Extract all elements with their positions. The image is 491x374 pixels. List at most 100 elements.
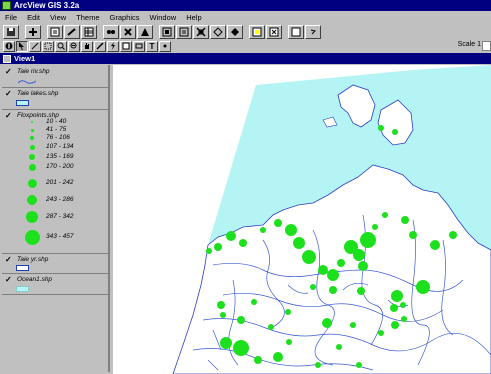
point-class-symbol — [30, 136, 34, 140]
add-theme-icon — [29, 27, 37, 36]
layout-icon — [291, 27, 301, 36]
query-button[interactable] — [137, 24, 153, 39]
point-class-label: 243 - 286 — [46, 196, 74, 203]
toc-divider — [2, 87, 110, 88]
measure-tool[interactable] — [94, 40, 106, 52]
app-titlebar: ArcView GIS 3.2a — [0, 0, 491, 11]
select-icon — [44, 42, 52, 50]
text-tool[interactable]: T — [146, 40, 158, 52]
theme-visibility-checkbox[interactable]: ✓ — [5, 68, 13, 76]
app-title: ArcView GIS 3.2a — [14, 1, 80, 10]
zoom-selected-icon — [196, 26, 206, 37]
zoom-full-icon — [162, 27, 172, 36]
point-class-label: 10 - 40 — [46, 118, 67, 125]
menu-view[interactable]: View — [45, 13, 71, 22]
zoom-out-button[interactable] — [227, 24, 243, 39]
menu-file[interactable]: File — [0, 13, 22, 22]
layout-button[interactable] — [288, 24, 304, 39]
theme-taie-yr[interactable]: ✓ Taie yr.shp — [5, 256, 48, 264]
label-icon — [135, 43, 143, 49]
identify-icon — [5, 42, 13, 50]
find-button[interactable] — [103, 24, 119, 39]
lightning-icon — [111, 42, 115, 50]
pointer-tool[interactable] — [16, 40, 28, 52]
point-class-label: 135 - 169 — [46, 153, 74, 160]
point-class-label: 107 - 134 — [46, 143, 74, 150]
text-tool-glyph: T — [149, 41, 155, 51]
theme-name: Taie riv.shp — [17, 68, 50, 75]
zoom-full-button[interactable] — [159, 24, 175, 39]
menu-edit[interactable]: Edit — [22, 13, 45, 22]
magnifier-minus-icon — [70, 42, 77, 49]
zoom-in-icon — [213, 26, 223, 37]
point-class-label: 343 - 457 — [46, 233, 74, 240]
properties-button[interactable] — [47, 24, 63, 39]
point-class-symbol — [27, 195, 37, 205]
clear-selection-button[interactable] — [266, 24, 282, 39]
hotlink-tool[interactable] — [107, 40, 119, 52]
theme-ocean1[interactable]: ✓ Ocean1.shp — [5, 276, 52, 284]
zoom-in-button[interactable] — [210, 24, 226, 39]
save-icon — [7, 27, 15, 36]
point-class-label: 287 - 342 — [46, 213, 74, 220]
line-legend-icon — [18, 80, 36, 84]
hand-icon — [85, 43, 89, 49]
area-of-interest-tool[interactable] — [120, 40, 132, 52]
pointer-icon — [19, 42, 24, 50]
add-theme-button[interactable] — [25, 24, 41, 39]
map-display[interactable] — [113, 65, 491, 374]
locate-button[interactable] — [120, 24, 136, 39]
pan-tool[interactable] — [81, 40, 93, 52]
zoom-out-tool[interactable] — [68, 40, 80, 52]
view-window-titlebar: View1 — [0, 53, 491, 64]
draw-point-tool[interactable] — [159, 40, 171, 52]
polygon-legend-swatch — [16, 100, 29, 106]
point-class-symbol — [26, 211, 38, 223]
arcview-icon — [2, 1, 11, 10]
clear-selection-icon — [269, 27, 279, 36]
toc-divider — [2, 253, 110, 254]
dot-icon — [163, 44, 167, 48]
theme-visibility-checkbox[interactable]: ✓ — [5, 256, 13, 264]
polygon-legend-swatch — [16, 265, 29, 271]
theme-name: Taie yr.shp — [17, 256, 49, 263]
scale-input[interactable] — [482, 41, 491, 51]
point-class-symbol — [28, 163, 36, 171]
menu-help[interactable]: Help — [181, 13, 206, 22]
point-class-label: 41 - 75 — [46, 126, 67, 133]
locate-icon — [124, 27, 132, 36]
view-title: View1 — [14, 54, 36, 63]
measure-icon — [96, 42, 104, 50]
identify-tool[interactable] — [3, 40, 15, 52]
help-button[interactable] — [305, 24, 321, 39]
menu-bar: File Edit View Theme Graphics Window Hel… — [0, 11, 491, 23]
menu-window[interactable]: Window — [145, 13, 182, 22]
zoom-selected-button[interactable] — [193, 24, 209, 39]
zoom-in-tool[interactable] — [55, 40, 67, 52]
theme-taie-riv[interactable]: ✓ Taie riv.shp — [5, 68, 50, 76]
legend-editor-button[interactable] — [64, 24, 80, 39]
point-class-symbol — [29, 144, 35, 150]
label-tool[interactable] — [133, 40, 145, 52]
point-class-label: 76 - 106 — [46, 134, 70, 141]
select-feature-button[interactable] — [249, 24, 265, 39]
point-class-symbol — [24, 229, 40, 245]
map-canvas[interactable] — [113, 65, 491, 374]
menu-theme[interactable]: Theme — [71, 13, 104, 22]
theme-visibility-checkbox[interactable]: ✓ — [5, 90, 13, 98]
menu-graphics[interactable]: Graphics — [105, 13, 145, 22]
theme-taie-lakes[interactable]: ✓ Taie lakes.shp — [5, 90, 58, 98]
save-button[interactable] — [3, 24, 19, 39]
zoom-active-icon — [179, 27, 189, 36]
help-icon — [310, 29, 316, 34]
zoom-active-button[interactable] — [176, 24, 192, 39]
theme-visibility-checkbox[interactable]: ✓ — [5, 276, 13, 284]
vertex-edit-tool[interactable] — [29, 40, 41, 52]
table-button[interactable] — [81, 24, 97, 39]
select-tool[interactable] — [42, 40, 54, 52]
theme-visibility-checkbox[interactable]: ✓ — [5, 112, 13, 120]
view-icon — [3, 54, 11, 63]
select-feature-icon — [252, 27, 262, 36]
point-class-label: 201 - 242 — [46, 179, 74, 186]
point-class-symbol — [31, 121, 33, 123]
